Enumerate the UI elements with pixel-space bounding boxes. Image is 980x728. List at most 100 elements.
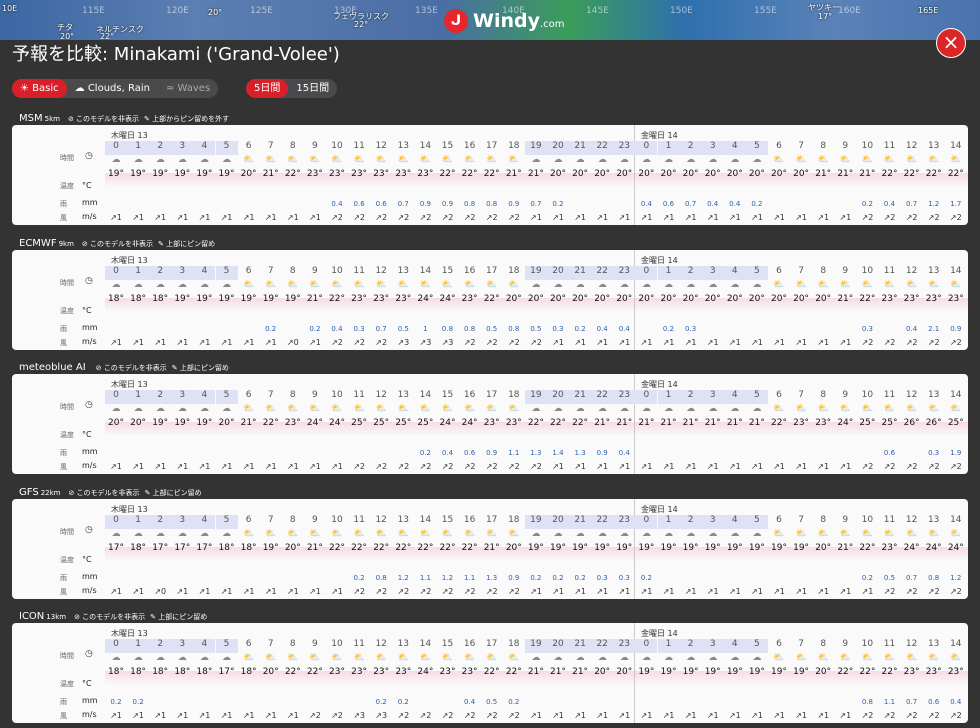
partly-cloudy-icon: ⛅ [773,279,785,290]
wind-cell: ↗1 [220,213,233,222]
cloud-icon: ☁ [708,653,718,663]
temperature-cell: 19° [594,542,611,553]
hour-cell: 2 [679,141,702,155]
cloud-icon: ☁ [641,279,651,290]
rain-cell: 1.2 [441,573,454,582]
hour-cell: 7 [798,514,804,525]
rain-cell: 0.9 [486,449,498,457]
hour-cell: 14 [419,265,432,276]
hour-cell: 20 [547,141,569,155]
hide-model-button[interactable]: ⊘ このモデルを非表示 [68,489,139,497]
hour-cell: 23 [613,514,636,529]
hide-model-button[interactable]: ⊘ このモデルを非表示 [68,115,139,123]
wind-cell: ↗1 [839,213,852,222]
hour-cell: 3 [171,265,194,280]
pin-model-button[interactable]: ✎ 上部にピン留め [145,489,202,497]
wind-cell: ↗1 [795,337,807,347]
temperature-cell: 23° [306,169,323,179]
temperature-cell: 24° [417,667,434,677]
row-label: 風 [60,712,67,720]
map-grid-label: 120E [166,6,189,16]
temperature-cell: 19° [771,667,787,677]
hour-cell: 21 [569,141,592,155]
hour-cell: 3 [701,265,724,280]
rain-cell: 1.1 [464,573,476,582]
wind-cell: ↗2 [905,462,918,471]
pin-model-button[interactable]: ✎ 上部にピン留め [158,240,215,248]
hour-cell: 21 [569,514,592,529]
hour-cell: 4 [723,390,746,404]
cloud-icon: ☁ [686,279,696,290]
temperature-cell: 19° [262,542,279,553]
hour-cell: 19 [524,265,547,280]
temperature-cell: 22° [417,542,434,553]
range-tab[interactable]: 5日間 [246,79,289,98]
wind-cell: ↗1 [773,711,785,720]
forecast-panel: 木曜日 13 金曜日 14 時間 温度雨風 ◷ °C mm m/s 0 1 2 3 4 5 6 7 8 9 10 11… [12,623,968,723]
wind-cell: ↗2 [883,586,896,596]
partly-cloudy-icon: ⛅ [905,404,918,414]
temperature-cell: 22° [505,667,522,677]
wind-cell: ↗1 [264,213,277,222]
wind-cell: ↗2 [463,337,476,347]
temperature-cell: 19° [284,293,301,304]
temperature-cell: 22° [262,418,279,428]
pin-model-button[interactable]: ✎ 上部にピン留め [172,364,229,372]
wind-cell: ↗1 [308,586,321,596]
pin-model-button[interactable]: ✎ 上部にピン留め [150,613,207,621]
wind-cell: ↗2 [353,337,365,347]
hour-cell: 19 [524,390,547,404]
rain-cell: 0.7 [397,200,409,208]
hour-cell: 15 [441,639,454,649]
partly-cloudy-icon: ⛅ [242,653,255,663]
temperature-cell: 20° [793,169,810,179]
cloud-icon: ☁ [575,404,585,414]
hide-model-button[interactable]: ⊘ このモデルを非表示 [82,240,153,248]
wind-cell: ↗1 [264,586,277,596]
rain-cell: 0.4 [441,449,454,457]
hour-cell: 11 [883,639,896,649]
temperature-cell: 25° [947,418,964,428]
hour-cell: 11 [883,514,896,525]
rain-cell: 0.3 [353,324,365,333]
wind-cell: ↗1 [640,462,653,471]
temperature-cell: 20° [616,169,633,179]
model-name: ECMWF [19,237,57,249]
cloud-icon: ☁ [133,155,143,165]
forecast-panel: 木曜日 13 金曜日 14 時間 温度雨風 ◷ °C mm m/s 0 1 2 3 4 5 6 7 8 9 10 11… [12,374,968,474]
page-title: 予報を比較: Minakami ('Grand-Volee') [12,44,340,65]
rain-cell: 1.3 [486,573,498,582]
range-tab[interactable]: 15日間 [288,79,337,98]
tab-waves[interactable]: ≈ Waves [158,79,218,98]
row-label: 時間 [60,652,74,660]
hour-cell: 0 [105,639,127,653]
temperature-cell: 20° [108,418,124,428]
tab-clouds-rain[interactable]: ☁ Clouds, Rain [67,79,158,98]
temperature-cell: 24° [947,542,964,553]
hour-cell: 18 [508,141,520,151]
cloud-icon: ☁ [730,404,740,414]
hide-model-button[interactable]: ⊘ このモデルを非表示 [96,364,167,372]
hour-cell: 17 [485,390,498,400]
tab-basic[interactable]: ☀ Basic [12,79,67,98]
temperature-cell: 19° [771,542,787,553]
temperature-cell: 24° [837,418,854,428]
model-name: meteoblue AI [19,362,86,373]
temperature-cell: 21° [748,418,765,428]
wind-cell: ↗1 [662,586,675,596]
pin-model-button[interactable]: ✎ 上部からピン留めを外す [144,115,229,123]
temperature-cell: 18° [108,667,124,677]
clock-icon: ◷ [85,524,93,535]
partly-cloudy-icon: ⛅ [928,155,940,165]
close-button[interactable]: × [936,28,966,58]
temperature-cell: 26° [925,418,942,428]
partly-cloudy-icon: ⛅ [839,279,851,290]
hour-cell: 4 [723,639,746,653]
rain-cell: 0.4 [618,449,630,457]
model-resolution: 22km [40,488,61,497]
hide-model-button[interactable]: ⊘ このモデルを非表示 [74,613,145,621]
wind-cell: ↗1 [198,462,211,471]
model-label: meteoblue AI ⊘ このモデルを非表示 ✎ 上部にピン留め [19,362,229,373]
cloud-icon: ☁ [553,404,563,414]
temperature-cell: 23° [439,667,456,677]
